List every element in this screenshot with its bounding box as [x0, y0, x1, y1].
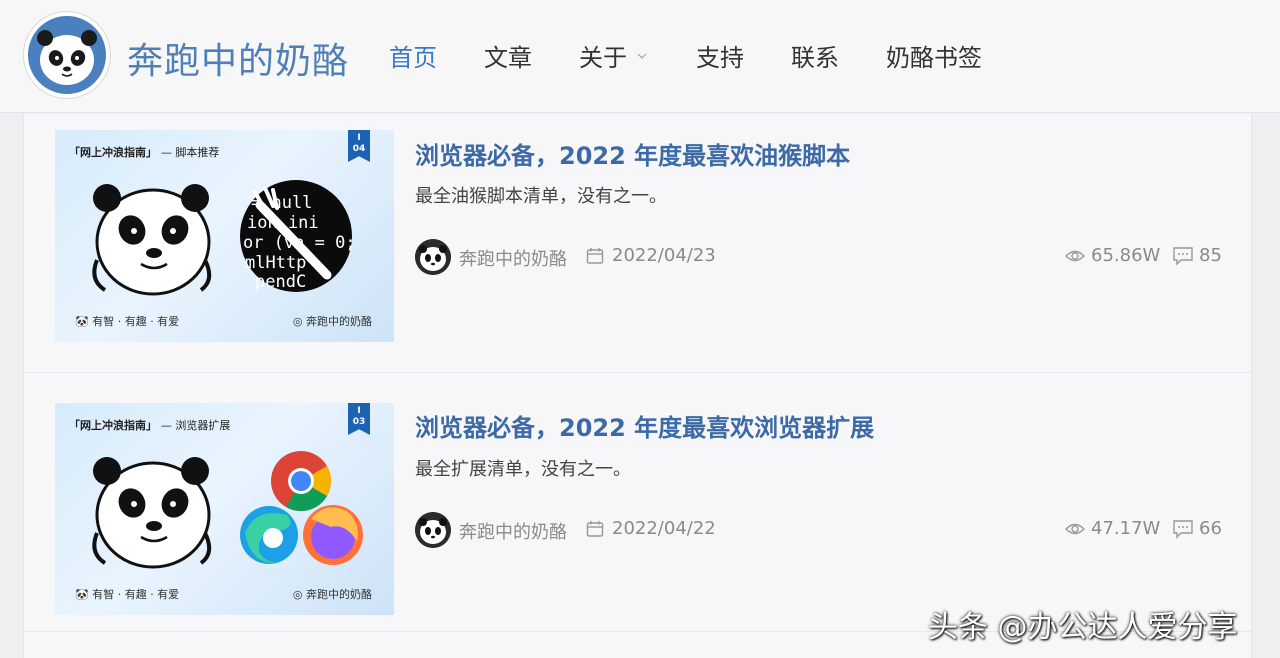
nav-item-articles[interactable]: 文章 — [484, 38, 532, 73]
code-fork-icon: = null ion ini or (va = 0; mlHttp pendC — [240, 180, 356, 292]
article-title[interactable]: 浏览器必备，2022 年度最喜欢油猴脚本 — [415, 136, 850, 171]
edge-logo-icon — [240, 506, 298, 564]
site-logo[interactable] — [24, 12, 110, 98]
article-card: 「网上冲浪指南」 — 浏览器扩展 I 03 🐼 有智 · 有趣 · 有爱 ◎ 奔… — [24, 373, 1253, 632]
article-meta: 奔跑中的奶酪 2022/04/22 47.17W 66 — [415, 512, 1225, 548]
panda-illustration-icon — [92, 457, 212, 569]
article-meta: 奔跑中的奶酪 2022/04/23 65.86W 85 — [415, 239, 1225, 275]
thumb-slogan: 🐼 有智 · 有趣 · 有爱 — [75, 588, 180, 601]
article-title[interactable]: 浏览器必备，2022 年度最喜欢浏览器扩展 — [415, 408, 874, 443]
calendar-icon — [586, 520, 604, 537]
article-excerpt: 最全扩展清单，没有之一。 — [415, 459, 631, 480]
chrome-logo-icon — [271, 451, 332, 512]
nav-item-support[interactable]: 支持 — [696, 38, 744, 73]
firefox-logo-icon — [303, 505, 363, 565]
chevron-down-icon — [637, 53, 647, 59]
panda-avatar-icon — [415, 512, 451, 548]
eye-icon — [1065, 523, 1085, 534]
comment-count[interactable]: 66 — [1172, 518, 1222, 539]
post-date: 2022/04/23 — [586, 245, 716, 266]
thumb-brand: ◎ 奔跑中的奶酪 — [292, 588, 372, 601]
author-avatar[interactable] — [415, 512, 451, 548]
author-avatar[interactable] — [415, 239, 451, 275]
view-count: 65.86W — [1065, 245, 1160, 266]
thumb-brand: ◎ 奔跑中的奶酪 — [292, 315, 372, 328]
nav-item-home[interactable]: 首页 — [389, 38, 437, 73]
main-nav: 首页 文章 关于 支持 联系 奶酪书签 — [389, 38, 1029, 73]
nav-item-bookmarks[interactable]: 奶酪书签 — [886, 38, 982, 73]
svg-text:mlHttp: mlHttp — [245, 253, 306, 273]
svg-text:pendC: pendC — [255, 272, 306, 292]
site-header: 奔跑中的奶酪 首页 文章 关于 支持 联系 奶酪书签 — [0, 0, 1280, 113]
post-date: 2022/04/22 — [586, 518, 716, 539]
article-card: = null ion ini or (va = 0; mlHttp pendC … — [24, 114, 1253, 373]
thumb-tag: 「网上冲浪指南」 — 脚本推荐 — [69, 146, 220, 159]
view-count: 47.17W — [1065, 518, 1160, 539]
comment-count[interactable]: 85 — [1172, 245, 1222, 266]
site-title[interactable]: 奔跑中的奶酪 — [127, 32, 349, 84]
nav-item-about[interactable]: 关于 — [579, 38, 649, 73]
article-thumbnail[interactable]: 「网上冲浪指南」 — 浏览器扩展 I 03 🐼 有智 · 有趣 · 有爱 ◎ 奔… — [55, 403, 394, 615]
author-name[interactable]: 奔跑中的奶酪 — [459, 245, 567, 271]
calendar-icon — [586, 247, 604, 264]
comment-icon — [1173, 519, 1193, 539]
article-excerpt: 最全油猴脚本清单，没有之一。 — [415, 186, 667, 207]
thumb-slogan: 🐼 有智 · 有趣 · 有爱 — [75, 315, 180, 328]
panda-avatar-icon — [415, 239, 451, 275]
panda-illustration-icon — [92, 184, 212, 296]
eye-icon — [1065, 250, 1085, 261]
panda-logo-icon — [37, 30, 97, 85]
comment-icon — [1173, 246, 1193, 266]
article-thumbnail[interactable]: = null ion ini or (va = 0; mlHttp pendC … — [55, 130, 394, 342]
author-name[interactable]: 奔跑中的奶酪 — [459, 518, 567, 544]
thumb-tag: 「网上冲浪指南」 — 浏览器扩展 — [69, 419, 231, 432]
nav-item-contact[interactable]: 联系 — [791, 38, 839, 73]
article-list: = null ion ini or (va = 0; mlHttp pendC … — [23, 114, 1253, 658]
watermark: 头条 @办公达人爱分享 — [928, 610, 1238, 645]
